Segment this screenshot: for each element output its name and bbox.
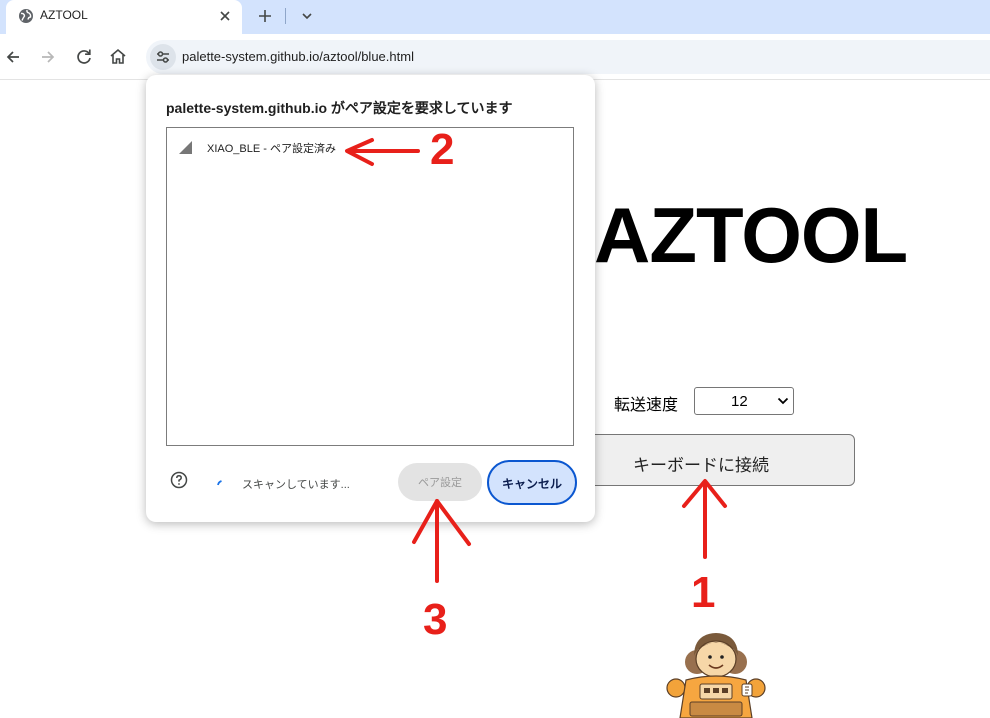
home-icon[interactable]: [106, 45, 130, 69]
pair-button-label: ペア設定: [418, 477, 462, 489]
tab-strip: AZTOOL: [0, 0, 990, 34]
cancel-button[interactable]: キャンセル: [487, 460, 577, 505]
annotation-number-2: 2: [430, 125, 455, 174]
help-icon[interactable]: [170, 471, 188, 489]
annotation-number-3: 3: [423, 595, 448, 644]
connect-keyboard-button[interactable]: キーボードに接続: [554, 434, 855, 486]
site-info-button[interactable]: [150, 44, 176, 70]
forward-arrow-icon[interactable]: [36, 45, 60, 69]
chevron-down-icon[interactable]: [296, 5, 318, 27]
spinner-icon: [217, 480, 222, 486]
cancel-button-label: キャンセル: [501, 477, 562, 491]
bluetooth-pairing-dialog: palette-system.github.io がペア設定を要求しています X…: [146, 75, 595, 522]
device-list[interactable]: XIAO_BLE - ペア設定済み: [166, 127, 574, 446]
plus-icon[interactable]: [254, 5, 276, 27]
signal-strength-icon: [179, 141, 192, 154]
tab-aztool[interactable]: AZTOOL: [6, 0, 242, 34]
speed-label: 転送速度: [614, 397, 679, 414]
reload-icon[interactable]: [72, 45, 96, 69]
globe-icon: [19, 9, 33, 23]
annotation-arrow-1: [682, 479, 727, 559]
mascot-illustration: [666, 633, 766, 718]
connect-keyboard-label: キーボードに接続: [633, 456, 769, 475]
tune-icon: [157, 51, 169, 63]
chevron-down-icon: [777, 397, 789, 405]
dialog-title: palette-system.github.io がペア設定を要求しています: [166, 100, 513, 116]
back-arrow-icon[interactable]: [2, 45, 26, 69]
speed-value: 12: [731, 393, 748, 410]
speed-select[interactable]: 12: [694, 387, 794, 415]
url-text: palette-system.github.io/aztool/blue.htm…: [182, 49, 414, 64]
browser-window: AZTOOL palette-system.github.io/aztool/b…: [0, 0, 990, 718]
device-label: XIAO_BLE - ペア設定済み: [207, 143, 336, 155]
tab-separator: [285, 8, 286, 24]
address-bar[interactable]: palette-system.github.io/aztool/blue.htm…: [146, 40, 990, 74]
tab-title: AZTOOL: [40, 8, 88, 22]
toolbar: palette-system.github.io/aztool/blue.htm…: [0, 34, 990, 80]
close-icon[interactable]: [216, 7, 234, 25]
annotation-number-1: 1: [691, 568, 716, 617]
pair-button[interactable]: ペア設定: [398, 463, 482, 501]
page-title: AZTOOL: [594, 191, 908, 279]
scan-status: スキャンしています...: [242, 479, 350, 491]
device-list-item[interactable]: XIAO_BLE - ペア設定済み: [167, 136, 573, 158]
